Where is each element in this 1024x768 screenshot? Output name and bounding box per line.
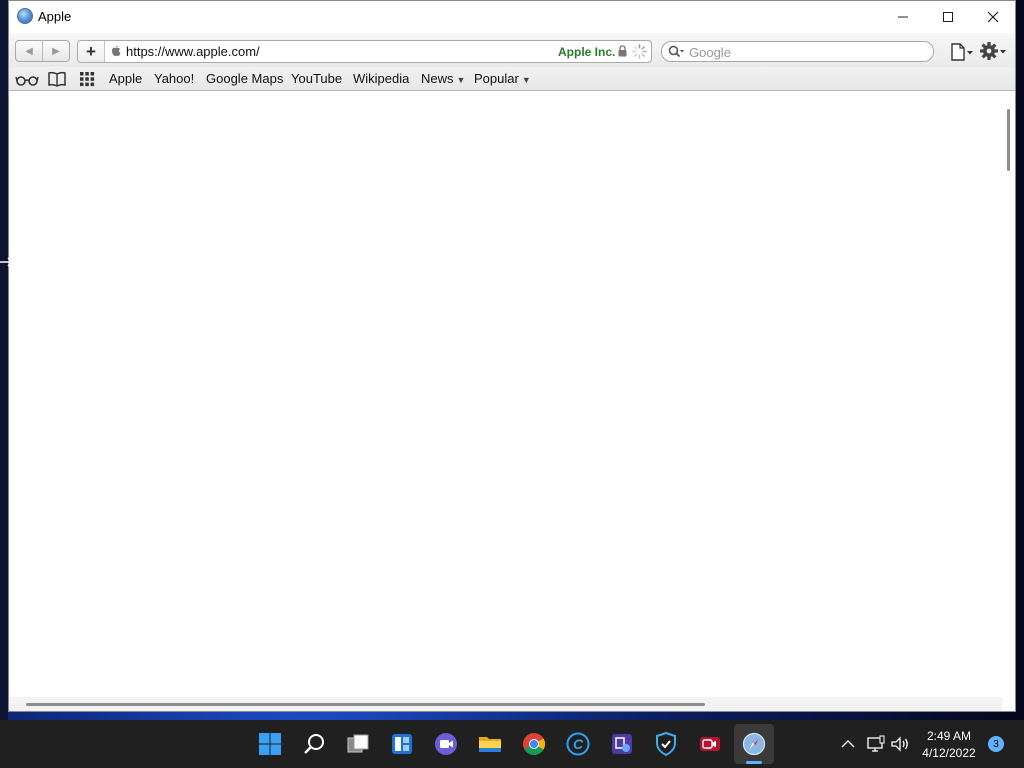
notification-badge[interactable]: 3 bbox=[988, 736, 1004, 752]
desktop-edge bbox=[0, 0, 8, 720]
bookmark-wikipedia[interactable]: Wikipedia bbox=[353, 71, 409, 86]
add-bookmark-button[interactable]: + bbox=[78, 41, 105, 62]
bookmarks-bar: Apple Yahoo! Google Maps YouTube Wikiped… bbox=[9, 67, 1015, 91]
chrome-button[interactable] bbox=[514, 724, 554, 764]
widgets-icon bbox=[392, 734, 412, 754]
top-sites-grid-icon[interactable] bbox=[75, 70, 99, 88]
vertical-scroll-thumb[interactable] bbox=[1007, 109, 1010, 171]
camera-app-icon bbox=[700, 737, 720, 751]
task-view-button[interactable] bbox=[338, 724, 378, 764]
maximize-icon bbox=[943, 11, 953, 22]
defender-button[interactable] bbox=[646, 724, 686, 764]
forward-button[interactable]: ▶ bbox=[42, 41, 69, 61]
site-identity-label[interactable]: Apple Inc. bbox=[558, 45, 615, 59]
bookmark-google-maps[interactable]: Google Maps bbox=[206, 71, 283, 86]
search-icon bbox=[304, 734, 324, 754]
search-placeholder: Google bbox=[689, 45, 731, 60]
chevron-up-icon[interactable] bbox=[838, 734, 858, 754]
bookmark-popular-label: Popular bbox=[474, 71, 519, 86]
taskbar: C 2:49 AM 4/12/2022 3 bbox=[0, 720, 1024, 768]
bookmarks-book-icon[interactable] bbox=[45, 70, 69, 88]
apple-logo-icon bbox=[112, 45, 121, 56]
bookmark-apple[interactable]: Apple bbox=[109, 71, 142, 86]
vertical-scrollbar[interactable] bbox=[1002, 92, 1015, 697]
dropdown-arrow-icon: ▼ bbox=[456, 75, 466, 85]
ccleaner-button[interactable]: C bbox=[558, 724, 598, 764]
defender-icon bbox=[656, 732, 676, 756]
gear-icon[interactable] bbox=[979, 41, 1007, 61]
svg-text:C: C bbox=[573, 736, 584, 752]
loading-spinner-icon[interactable] bbox=[631, 43, 648, 60]
reading-list-icon[interactable] bbox=[15, 70, 39, 88]
teams-chat-button[interactable] bbox=[426, 724, 466, 764]
file-explorer-icon bbox=[479, 737, 501, 752]
window-title: Apple bbox=[38, 9, 72, 24]
chrome-icon bbox=[523, 733, 545, 755]
title-bar[interactable]: Apple bbox=[9, 1, 1015, 33]
camera-app-button[interactable] bbox=[690, 724, 730, 764]
back-forward-group: ◀ ▶ bbox=[15, 40, 70, 62]
search-field[interactable]: Google bbox=[661, 41, 934, 62]
bookmark-news-label: News bbox=[421, 71, 454, 86]
volume-icon[interactable] bbox=[890, 734, 910, 754]
safari-taskbar-button[interactable] bbox=[734, 724, 774, 764]
teams-chat-icon bbox=[435, 733, 457, 755]
minimize-button[interactable] bbox=[880, 1, 926, 32]
search-icon bbox=[668, 45, 684, 58]
safari-app-icon bbox=[17, 8, 33, 24]
address-bar[interactable]: + https://www.apple.com/ Apple Inc. bbox=[77, 40, 652, 63]
bookmark-yahoo[interactable]: Yahoo! bbox=[154, 71, 194, 86]
back-button[interactable]: ◀ bbox=[16, 41, 42, 61]
page-content[interactable] bbox=[9, 92, 1015, 711]
taskbar-search-button[interactable] bbox=[294, 724, 334, 764]
ccleaner-icon: C bbox=[566, 732, 590, 756]
app-button[interactable] bbox=[602, 724, 642, 764]
safari-icon bbox=[742, 732, 766, 756]
forward-arrow-icon: ▶ bbox=[52, 45, 60, 57]
lock-icon bbox=[618, 45, 627, 57]
start-icon bbox=[259, 733, 281, 755]
maximize-button[interactable] bbox=[925, 1, 971, 32]
bookmark-news-menu[interactable]: News ▼ bbox=[421, 71, 465, 86]
minimize-icon bbox=[898, 16, 908, 17]
page-menu-icon[interactable] bbox=[949, 42, 975, 62]
network-icon[interactable] bbox=[866, 734, 886, 754]
resize-cursor-icon bbox=[0, 257, 14, 267]
close-button[interactable] bbox=[970, 1, 1016, 32]
back-arrow-icon: ◀ bbox=[25, 45, 33, 57]
plus-icon: + bbox=[86, 41, 96, 61]
horizontal-scrollbar[interactable] bbox=[9, 697, 1002, 711]
clock-date[interactable]: 4/12/2022 bbox=[918, 746, 980, 760]
dropdown-arrow-icon: ▼ bbox=[521, 75, 531, 85]
start-button[interactable] bbox=[250, 724, 290, 764]
file-explorer-button[interactable] bbox=[470, 724, 510, 764]
clock-time[interactable]: 2:49 AM bbox=[920, 729, 978, 743]
widgets-button[interactable] bbox=[382, 724, 422, 764]
task-view-icon bbox=[347, 734, 369, 753]
horizontal-scroll-thumb[interactable] bbox=[26, 703, 705, 706]
app-icon bbox=[612, 734, 632, 754]
bookmark-youtube[interactable]: YouTube bbox=[291, 71, 342, 86]
url-text: https://www.apple.com/ bbox=[126, 44, 260, 59]
bookmark-popular-menu[interactable]: Popular ▼ bbox=[474, 71, 531, 86]
browser-toolbar: ◀ ▶ + https://www.apple.com/ Apple Inc. bbox=[9, 33, 1015, 67]
browser-window: Apple ◀ ▶ + https://www.apple.com/ Apple… bbox=[8, 0, 1016, 712]
active-app-indicator bbox=[746, 761, 762, 764]
close-icon bbox=[987, 11, 999, 22]
